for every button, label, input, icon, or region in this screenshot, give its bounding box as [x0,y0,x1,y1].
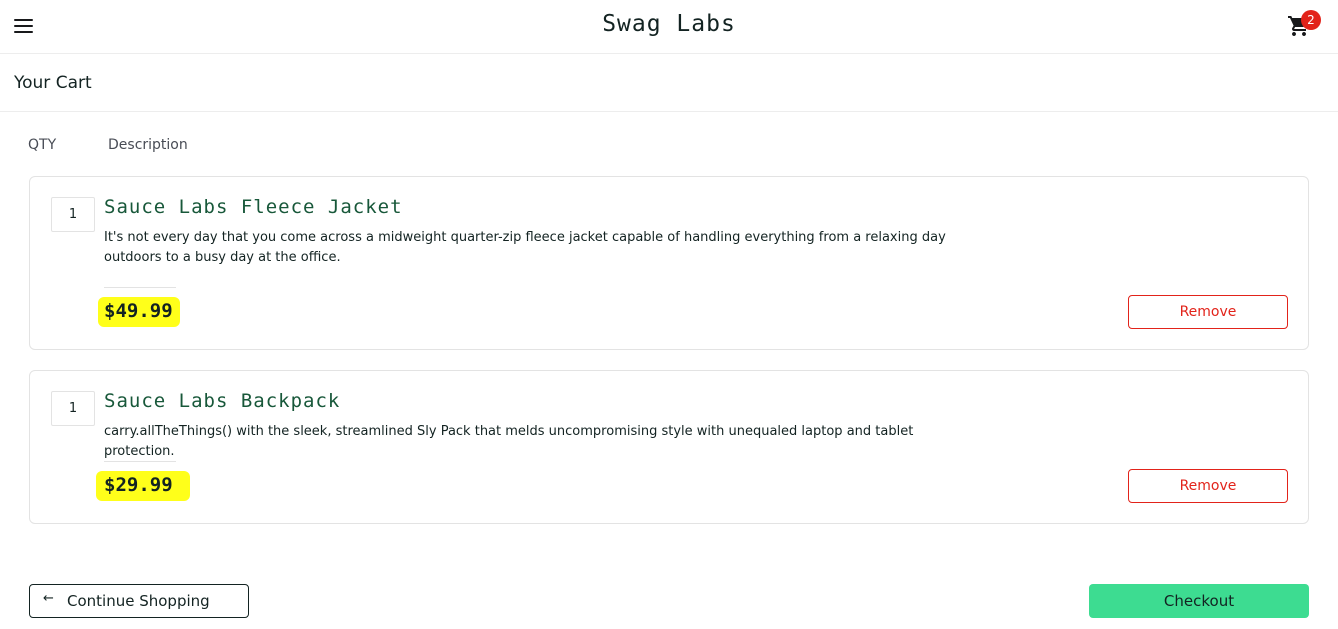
page-subheader: Your Cart [0,54,1338,112]
checkout-button[interactable]: Checkout [1089,584,1309,618]
description-column-header: Description [108,137,188,153]
cart-item: 1 Sauce Labs Backpack carry.allTheThings… [29,370,1309,524]
page-title: Your Cart [14,73,92,93]
remove-button[interactable]: Remove [1128,295,1288,329]
continue-shopping-label: Continue Shopping [67,592,210,610]
item-name-link[interactable]: Sauce Labs Backpack [104,390,340,412]
price-divider [104,287,176,288]
item-price: $49.99 [104,300,173,322]
item-quantity: 1 [51,391,95,426]
qty-column-header: QTY [28,137,57,153]
item-price: $29.99 [104,474,173,496]
item-description: It's not every day that you come across … [104,230,946,265]
cart-item: 1 Sauce Labs Fleece Jacket It's not ever… [29,176,1309,350]
arrow-left-icon: ← [43,591,54,606]
app-title: Swag Labs [602,11,736,37]
item-description: carry.allTheThings() with the sleek, str… [104,424,914,459]
item-name-link[interactable]: Sauce Labs Fleece Jacket [104,196,403,218]
shopping-cart-link[interactable]: 2 [1285,10,1325,40]
continue-shopping-button[interactable]: ← Continue Shopping [29,584,249,618]
item-quantity: 1 [51,197,95,232]
remove-button[interactable]: Remove [1128,469,1288,503]
cart-badge: 2 [1301,10,1321,30]
app-header: Swag Labs 2 [0,0,1338,54]
price-divider [104,461,176,462]
